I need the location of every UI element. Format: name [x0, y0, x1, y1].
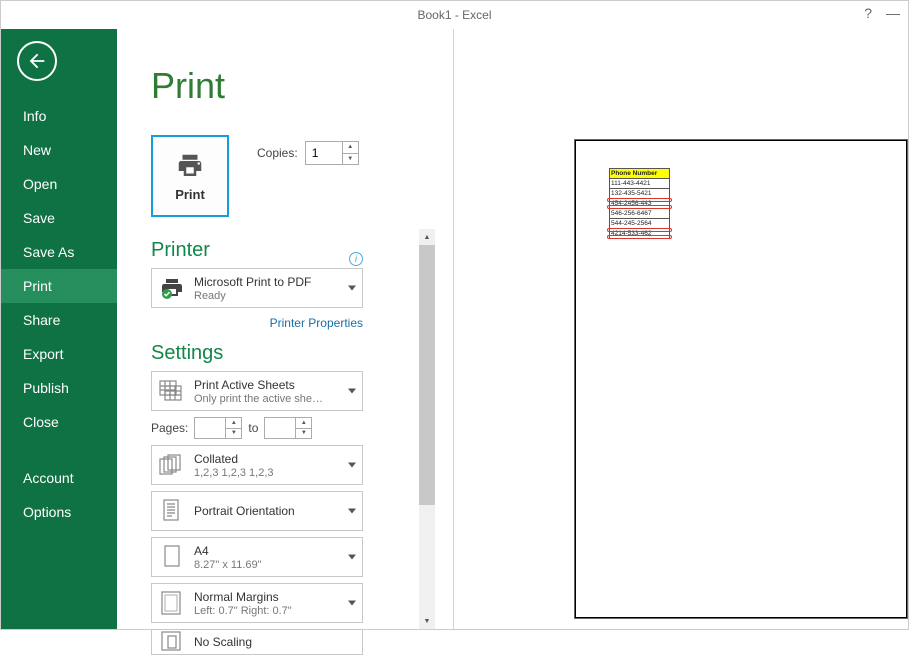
printer-name: Microsoft Print to PDF [194, 275, 311, 289]
sidebar-item-publish[interactable]: Publish [1, 371, 117, 405]
sidebar-item-print[interactable]: Print [1, 269, 117, 303]
margins-select[interactable]: Normal Margins Left: 0.7" Right: 0.7" [151, 583, 363, 623]
scroll-down-icon[interactable]: ▼ [419, 613, 435, 629]
copies-value: 1 [312, 146, 319, 160]
sidebar-item-save-as[interactable]: Save As [1, 235, 117, 269]
sidebar-item-info[interactable]: Info [1, 99, 117, 133]
print-scope-select[interactable]: Print Active Sheets Only print the activ… [151, 371, 363, 411]
collate-select[interactable]: Collated 1,2,3 1,2,3 1,2,3 [151, 445, 363, 485]
preview-cell: 132-435-5421 [610, 189, 670, 199]
sidebar-item-new[interactable]: New [1, 133, 117, 167]
up-icon[interactable]: ▲ [226, 418, 241, 429]
chevron-down-icon [348, 286, 356, 291]
preview-cell: 546-256-6467 [610, 209, 670, 219]
up-icon[interactable]: ▲ [296, 418, 311, 429]
minimize-icon[interactable]: — [886, 5, 900, 21]
print-button-label: Print [175, 187, 205, 202]
help-icon[interactable]: ? [864, 5, 872, 21]
copies-label: Copies: [257, 146, 298, 160]
down-icon[interactable]: ▼ [296, 429, 311, 439]
printer-heading: Printer [151, 239, 210, 262]
printer-status: Ready [194, 290, 311, 302]
chevron-down-icon [348, 509, 356, 514]
orientation-select[interactable]: Portrait Orientation [151, 491, 363, 531]
chevron-down-icon [348, 463, 356, 468]
scaling-icon [158, 629, 186, 655]
scroll-up-icon[interactable]: ▲ [419, 229, 435, 245]
sidebar-item-options[interactable]: Options [1, 495, 117, 529]
preview-cell: 544-245-2564 [610, 219, 670, 229]
portrait-icon [158, 497, 186, 525]
preview-cell: 111-443-4421 [610, 179, 670, 189]
pages-to-input[interactable]: ▲▼ [264, 417, 312, 439]
chevron-down-icon [348, 601, 356, 606]
margins-primary: Normal Margins [194, 590, 292, 604]
preview-header-cell: Phone Number [610, 169, 670, 179]
chevron-down-icon [348, 389, 356, 394]
printer-icon [173, 151, 207, 181]
pages-label: Pages: [151, 421, 188, 435]
scaling-select[interactable]: No Scaling [151, 629, 363, 655]
app-title: Book1 - Excel [417, 8, 491, 22]
arrow-left-icon [26, 50, 48, 72]
paper-icon [158, 543, 186, 571]
down-icon[interactable]: ▼ [226, 429, 241, 439]
scaling-primary: No Scaling [194, 635, 252, 649]
chevron-down-icon [348, 555, 356, 560]
sheets-icon [158, 377, 186, 405]
preview-cell: 454-2456-443 [610, 199, 670, 209]
backstage-sidebar: InfoNewOpenSaveSave AsPrintShareExportPu… [1, 29, 117, 629]
sidebar-item-share[interactable]: Share [1, 303, 117, 337]
preview-cell: 4214-533-462 [610, 229, 670, 239]
sidebar-item-account[interactable]: Account [1, 461, 117, 495]
title-bar: Book1 - Excel ? — [1, 1, 908, 29]
settings-heading: Settings [151, 342, 375, 365]
settings-scrollbar[interactable]: ▲ ▼ [419, 229, 435, 629]
preview-page: Phone Number111-443-4421132-435-5421454-… [574, 139, 908, 619]
collate-secondary: 1,2,3 1,2,3 1,2,3 [194, 467, 274, 479]
collate-icon [158, 451, 186, 479]
collate-primary: Collated [194, 452, 274, 466]
print-preview: Phone Number111-443-4421132-435-5421454-… [454, 29, 908, 629]
scope-secondary: Only print the active she… [194, 393, 323, 405]
sidebar-item-save[interactable]: Save [1, 201, 117, 235]
print-button[interactable]: Print [151, 135, 229, 217]
sidebar-item-export[interactable]: Export [1, 337, 117, 371]
sidebar-item-close[interactable]: Close [1, 405, 117, 439]
scroll-thumb[interactable] [419, 245, 435, 505]
paper-secondary: 8.27" x 11.69" [194, 559, 262, 571]
printer-info-icon[interactable]: i [349, 252, 363, 266]
printer-select[interactable]: Microsoft Print to PDF Ready [151, 268, 363, 308]
scope-primary: Print Active Sheets [194, 378, 323, 392]
preview-table: Phone Number111-443-4421132-435-5421454-… [609, 168, 670, 239]
page-title: Print [151, 65, 375, 107]
pages-from-input[interactable]: ▲▼ [194, 417, 242, 439]
margins-icon [158, 589, 186, 617]
back-button[interactable] [17, 41, 57, 81]
printer-properties-link[interactable]: Printer Properties [151, 316, 363, 330]
paper-primary: A4 [194, 544, 262, 558]
paper-select[interactable]: A4 8.27" x 11.69" [151, 537, 363, 577]
copies-up[interactable]: ▲ [343, 142, 358, 154]
pages-to-label: to [248, 421, 258, 435]
margins-secondary: Left: 0.7" Right: 0.7" [194, 605, 292, 617]
copies-down[interactable]: ▼ [343, 154, 358, 165]
printer-status-icon [158, 274, 186, 302]
sidebar-item-open[interactable]: Open [1, 167, 117, 201]
orientation-primary: Portrait Orientation [194, 504, 295, 518]
copies-input[interactable]: 1 ▲ ▼ [305, 141, 359, 165]
